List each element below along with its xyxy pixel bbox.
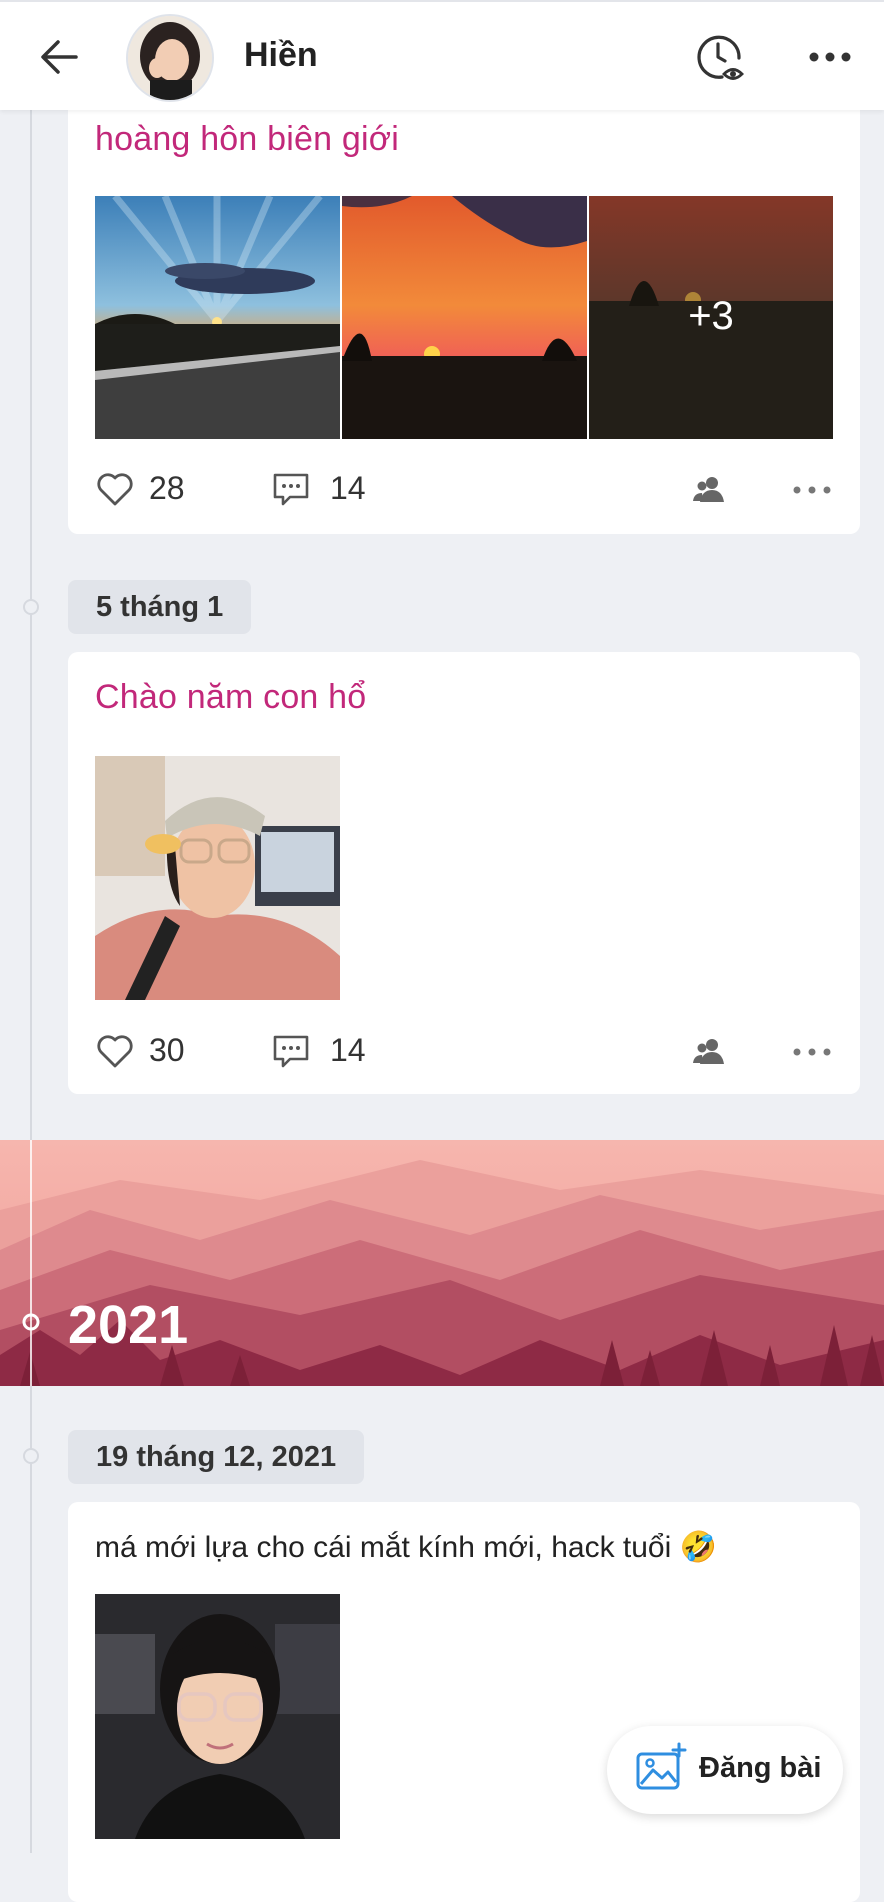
post-text: má mới lựa cho cái mắt kính mới, hack tu… [95, 1531, 717, 1564]
create-post-button[interactable]: Đăng bài [607, 1726, 843, 1814]
extra-photos-count: +3 [688, 294, 734, 338]
post-photo[interactable] [95, 196, 340, 439]
like-count: 28 [149, 470, 185, 506]
post-photo[interactable] [342, 196, 587, 439]
date-label: 19 tháng 12, 2021 [68, 1430, 365, 1484]
profile-name[interactable]: Hiền [244, 36, 318, 75]
post-actions: 30 14 [95, 1026, 835, 1076]
timeline-dot [23, 1448, 39, 1464]
avatar[interactable] [126, 14, 214, 102]
post-photo[interactable] [95, 756, 340, 1000]
comment-count: 14 [330, 1032, 366, 1068]
comment-icon[interactable] [271, 470, 311, 510]
post-photo[interactable] [95, 1594, 340, 1839]
friends-icon[interactable] [691, 474, 727, 504]
top-bar: Hiền [0, 0, 884, 110]
friends-icon[interactable] [691, 1036, 727, 1066]
more-horizontal-icon[interactable] [792, 1046, 832, 1058]
post-card[interactable]: Chào năm con hổ 30 14 [68, 652, 860, 1094]
arrow-left-icon[interactable] [36, 32, 86, 82]
create-post-label: Đăng bài [699, 1752, 822, 1784]
heart-icon[interactable] [95, 1032, 135, 1070]
post-card[interactable]: má mới lựa cho cái mắt kính mới, hack tu… [68, 1502, 860, 1902]
more-horizontal-icon[interactable] [806, 42, 854, 72]
date-label: 5 tháng 1 [68, 580, 252, 634]
more-photos-tile[interactable]: +3 [589, 196, 833, 439]
add-photo-icon [636, 1742, 687, 1790]
clock-eye-icon[interactable] [692, 30, 748, 86]
more-horizontal-icon[interactable] [792, 484, 832, 496]
year-label: 2021 [68, 1295, 189, 1355]
post-title: Chào năm con hổ [95, 678, 367, 716]
like-count: 30 [149, 1032, 185, 1068]
post-card[interactable]: hoàng hôn biên giới +3 28 14 [68, 96, 860, 534]
comment-count: 14 [330, 470, 366, 506]
timeline-line [30, 110, 32, 1853]
post-title: hoàng hôn biên giới [95, 120, 400, 158]
timeline-dot [23, 599, 39, 615]
comment-icon[interactable] [271, 1032, 311, 1072]
heart-icon[interactable] [95, 470, 135, 508]
post-actions: 28 14 [95, 464, 835, 514]
